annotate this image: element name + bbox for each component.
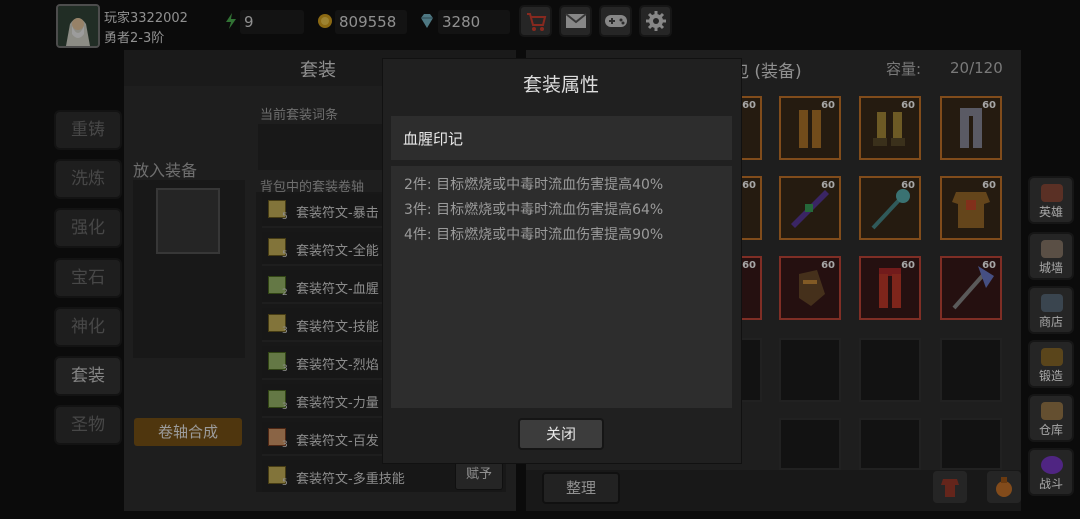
close-button[interactable]: 关闭	[518, 418, 604, 450]
set-name: 血腥印记	[403, 130, 464, 148]
set-attribute-4: 4件: 目标燃烧或中毒时流血伤害提高90%	[404, 227, 664, 243]
set-attribute-3: 3件: 目标燃烧或中毒时流血伤害提高64%	[404, 202, 664, 218]
set-attribute-2: 2件: 目标燃烧或中毒时流血伤害提高40%	[404, 177, 664, 193]
dialog-title: 套装属性	[522, 74, 599, 96]
